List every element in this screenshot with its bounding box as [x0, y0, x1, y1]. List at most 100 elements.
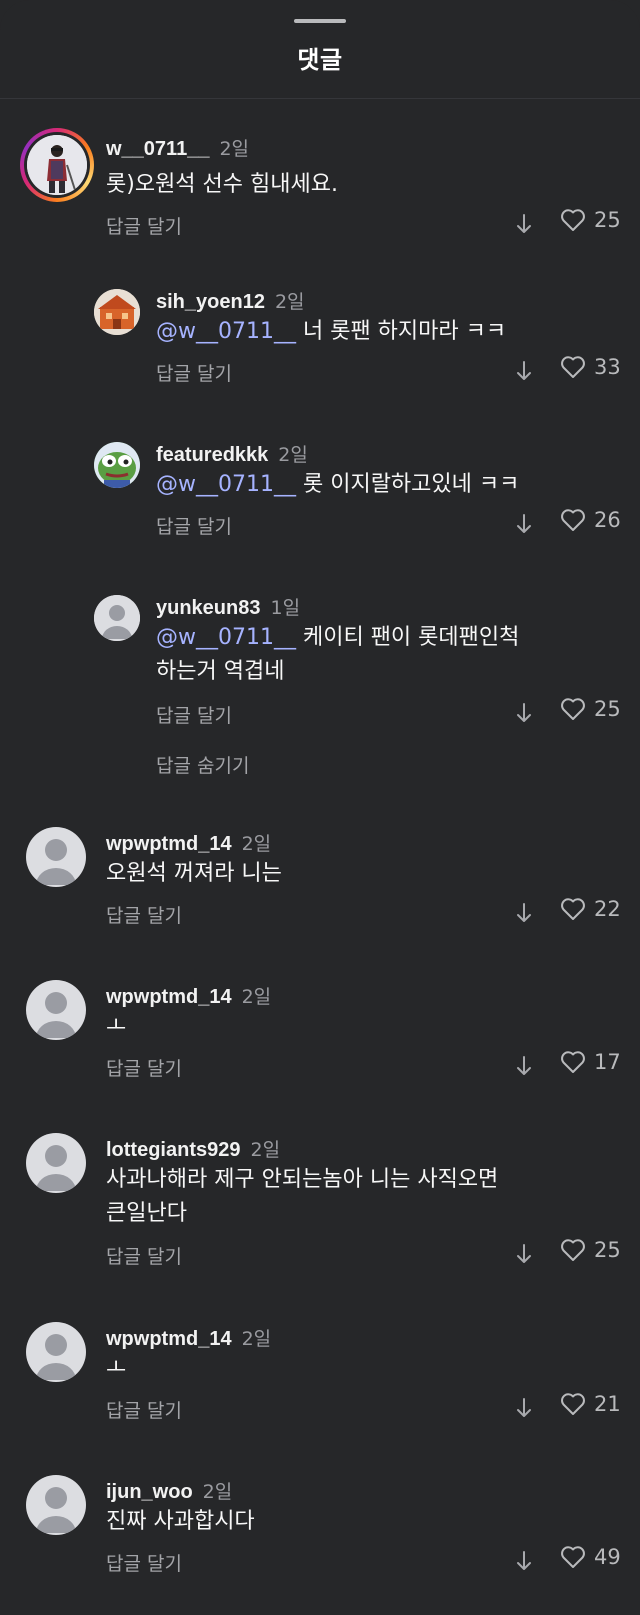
like-count: 25	[594, 1238, 621, 1262]
username[interactable]: wpwptmd_14	[106, 986, 232, 1008]
comment: lottegiants929 2일 사과나해라 제구 안되는놈아 니는 사직오면 …	[0, 1129, 640, 1294]
timestamp: 2일	[274, 291, 305, 313]
like-count: 33	[594, 355, 621, 379]
comment: ijun_woo 2일 진짜 사과합시다 답글 달기 49	[0, 1471, 640, 1601]
heart-icon	[561, 509, 585, 531]
avatar[interactable]	[26, 827, 86, 887]
comment: wpwptmd_14 2일 ㅗ 답글 달기 17	[0, 976, 640, 1106]
like-button[interactable]: 25	[560, 697, 621, 721]
avatar[interactable]	[26, 980, 86, 1040]
comment: wpwptmd_14 2일 오원석 꺼져라 니는 답글 달기 22	[0, 823, 640, 953]
like-button[interactable]: 25	[560, 208, 621, 232]
arrow-down-icon[interactable]	[514, 212, 534, 236]
heart-icon	[561, 698, 585, 720]
reply-comment: featuredkkk 2일 @w__0711__ 롯 이지랄하고있네 ㅋㅋ 답글…	[0, 434, 640, 564]
avatar[interactable]	[94, 442, 140, 488]
avatar[interactable]	[20, 128, 94, 202]
comment-text: 사과나해라 제구 안되는놈아 니는 사직오면 큰일난다	[106, 1167, 499, 1226]
avatar[interactable]	[26, 1475, 86, 1535]
timestamp: 2일	[241, 986, 272, 1008]
comment-text: @w__0711__ 너 롯팬 하지마라 ㅋㅋ	[156, 319, 507, 344]
comment-text: 롯)오원석 선수 힘내세요.	[106, 172, 338, 197]
heart-icon	[561, 1546, 585, 1568]
username[interactable]: wpwptmd_14	[106, 1328, 232, 1350]
arrow-down-icon[interactable]	[514, 1054, 534, 1078]
arrow-down-icon[interactable]	[514, 359, 534, 383]
reply-button[interactable]: 답글 달기	[106, 901, 182, 928]
mention-link[interactable]: @w__0711__	[156, 319, 296, 344]
comments-sheet: 댓글 w__0711__ 2일 롯)오원석 선수 힘내세요. 답글 달기 25 …	[0, 0, 640, 1615]
avatar[interactable]	[26, 1133, 86, 1193]
username[interactable]: ijun_woo	[106, 1481, 193, 1503]
like-count: 26	[594, 508, 621, 532]
avatar[interactable]	[26, 1322, 86, 1382]
like-count: 25	[594, 697, 621, 721]
timestamp: 2일	[241, 833, 272, 855]
default-avatar-icon	[26, 827, 86, 887]
username[interactable]: yunkeun83	[156, 597, 260, 619]
timestamp: 1일	[270, 597, 301, 619]
like-button[interactable]: 49	[560, 1545, 621, 1569]
comment-text: @w__0711__ 케이티 팬이 롯데팬인척 하는거 역겹네	[156, 625, 520, 684]
like-count: 21	[594, 1392, 621, 1416]
avatar[interactable]	[94, 595, 140, 641]
comment: w__0711__ 2일 롯)오원석 선수 힘내세요. 답글 달기 25	[0, 128, 640, 258]
reply-comment: sih_yoen12 2일 @w__0711__ 너 롯팬 하지마라 ㅋㅋ 답글 …	[0, 281, 640, 411]
frog-avatar-icon	[94, 442, 140, 488]
like-button[interactable]: 22	[560, 897, 621, 921]
arrow-down-icon[interactable]	[514, 512, 534, 536]
arrow-down-icon[interactable]	[514, 1396, 534, 1420]
arrow-down-icon[interactable]	[514, 901, 534, 925]
reply-comment: yunkeun83 1일 @w__0711__ 케이티 팬이 롯데팬인척 하는거 …	[0, 587, 640, 787]
timestamp: 2일	[241, 1328, 272, 1350]
person-photo-icon	[27, 135, 87, 195]
arrow-down-icon[interactable]	[514, 1242, 534, 1266]
default-avatar-icon	[26, 980, 86, 1040]
like-count: 22	[594, 897, 621, 921]
heart-icon	[561, 209, 585, 231]
username[interactable]: featuredkkk	[156, 444, 268, 466]
heart-icon	[561, 898, 585, 920]
default-avatar-icon	[94, 595, 140, 641]
mention-link[interactable]: @w__0711__	[156, 472, 296, 497]
reply-button[interactable]: 답글 달기	[106, 212, 182, 239]
mention-link[interactable]: @w__0711__	[156, 625, 296, 650]
default-avatar-icon	[26, 1133, 86, 1193]
drag-handle[interactable]	[294, 19, 346, 23]
reply-button[interactable]: 답글 달기	[106, 1242, 182, 1269]
hide-replies-button[interactable]: 답글 숨기기	[156, 751, 249, 778]
like-button[interactable]: 21	[560, 1392, 621, 1416]
comment-text: 오원석 꺼져라 니는	[106, 861, 282, 886]
sheet-title: 댓글	[297, 46, 343, 74]
heart-icon	[561, 1239, 585, 1261]
reply-button[interactable]: 답글 달기	[106, 1396, 182, 1423]
heart-icon	[561, 356, 585, 378]
like-count: 49	[594, 1545, 621, 1569]
default-avatar-icon	[26, 1322, 86, 1382]
arrow-down-icon[interactable]	[514, 701, 534, 725]
comment-text: ㅗ	[106, 1014, 127, 1039]
timestamp: 2일	[250, 1139, 281, 1161]
title-divider	[0, 98, 640, 99]
timestamp: 2일	[219, 138, 250, 160]
like-button[interactable]: 25	[560, 1238, 621, 1262]
like-count: 17	[594, 1050, 621, 1074]
like-button[interactable]: 33	[560, 355, 621, 379]
comment-text: 진짜 사과합시다	[106, 1509, 255, 1534]
timestamp: 2일	[202, 1481, 233, 1503]
reply-button[interactable]: 답글 달기	[106, 1054, 182, 1081]
username[interactable]: wpwptmd_14	[106, 833, 232, 855]
username[interactable]: sih_yoen12	[156, 291, 265, 313]
username[interactable]: lottegiants929	[106, 1139, 240, 1161]
arrow-down-icon[interactable]	[514, 1549, 534, 1573]
avatar[interactable]	[94, 289, 140, 335]
reply-button[interactable]: 답글 달기	[156, 512, 232, 539]
comment-text: @w__0711__ 롯 이지랄하고있네 ㅋㅋ	[156, 472, 520, 497]
reply-button[interactable]: 답글 달기	[156, 701, 232, 728]
username[interactable]: w__0711__	[106, 138, 209, 160]
heart-icon	[561, 1051, 585, 1073]
reply-button[interactable]: 답글 달기	[156, 359, 232, 386]
reply-button[interactable]: 답글 달기	[106, 1549, 182, 1576]
like-button[interactable]: 26	[560, 508, 621, 532]
like-button[interactable]: 17	[560, 1050, 621, 1074]
